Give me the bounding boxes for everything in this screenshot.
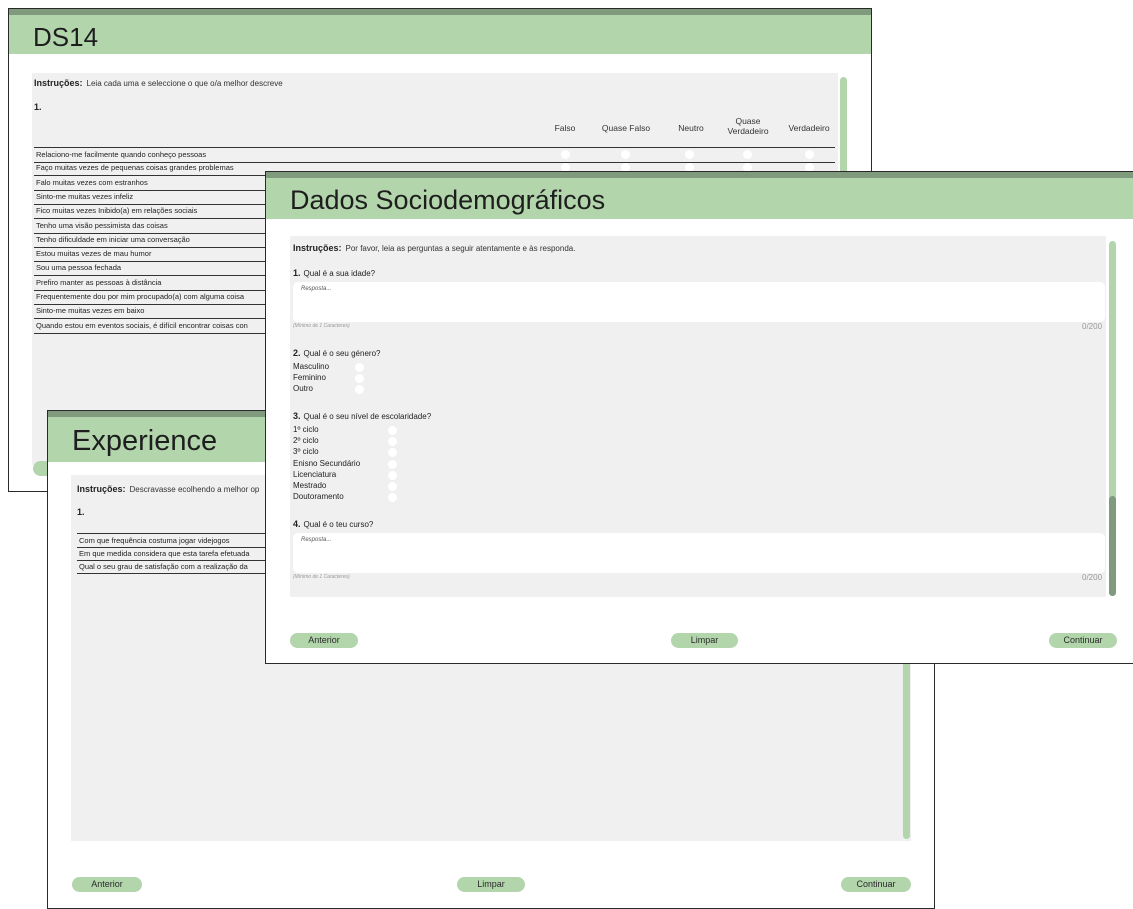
option-label: Doutoramento xyxy=(293,492,344,502)
row-label: Frequentemente dou por mim procupado(a) … xyxy=(36,292,245,301)
previous-button[interactable]: Anterior xyxy=(290,633,358,648)
row-label: Falo muitas vezes com estranhos xyxy=(36,177,148,187)
question-number: 1. xyxy=(77,507,85,517)
row-label: Quando estou em eventos sociais, é difíc… xyxy=(36,320,248,330)
question-3-title: 3. Qual é o seu nível de escolaridade? xyxy=(293,411,432,421)
option-label: 3º ciclo xyxy=(293,447,319,457)
radio-button[interactable] xyxy=(388,437,397,447)
instructions: Instruções: Leia cada uma e seleccione o … xyxy=(34,78,283,88)
instructions-label: Instruções: xyxy=(293,243,342,253)
continue-button[interactable]: Continuar xyxy=(1049,633,1117,648)
table-row: Qual o seu grau de satisfação com a real… xyxy=(77,560,277,574)
ds14-header: DS14 xyxy=(9,15,871,54)
radio-button[interactable] xyxy=(388,459,397,469)
radio-button[interactable] xyxy=(388,482,397,491)
clear-button[interactable]: Limpar xyxy=(671,633,738,648)
page-title: DS14 xyxy=(33,22,99,52)
option-label: Feminino xyxy=(293,373,326,383)
radio-button[interactable] xyxy=(355,385,364,395)
radio-falso[interactable] xyxy=(561,150,570,159)
row-label: Tenho dificuldade em iniciar uma convers… xyxy=(36,234,190,244)
row-label: Relaciono-me facilmente quando conheço p… xyxy=(36,150,207,159)
option-label: Mestrado xyxy=(293,481,327,490)
radio-button[interactable] xyxy=(355,363,364,372)
min-chars-hint: (Mínimo de 1 Caracteres) xyxy=(293,323,350,329)
column-header-neutro: Neutro xyxy=(678,123,704,133)
sociodemographic-body: Instruções: Por favor, leia as perguntas … xyxy=(290,236,1106,597)
instructions: Instruções: Descravasse ecolhendo a melho… xyxy=(77,484,259,494)
row-label: Com que frequência costuma jogar videjog… xyxy=(79,536,230,545)
instructions-label: Instruções: xyxy=(34,78,83,88)
experience-scrollbar[interactable] xyxy=(903,651,910,839)
clear-button[interactable]: Limpar xyxy=(457,877,525,892)
char-counter: 0/200 xyxy=(1082,322,1103,331)
column-header-quase-falso: Quase Falso xyxy=(601,123,651,133)
row-label: Sou uma pessoa fechada xyxy=(36,263,122,273)
row-label: Prefiro manter as pessoas à distância xyxy=(36,277,162,287)
radio-button[interactable] xyxy=(388,448,397,458)
row-label: Fico muitas vezes Inibido(a) em relações… xyxy=(36,206,198,216)
column-header-quase-verdadeiro: Quase Verdadeiro xyxy=(727,116,769,136)
row-label: Em que medida considera que esta tarefa … xyxy=(79,548,250,558)
scrollbar-thumb[interactable] xyxy=(1109,496,1116,596)
row-label: Sinto-me muitas vezes infeliz xyxy=(36,191,134,201)
age-input[interactable]: Resposta... xyxy=(293,282,1105,322)
option-label: 2º ciclo xyxy=(293,436,319,446)
sociodemographic-window: Dados Sociodemográficos Instruções: Por f… xyxy=(265,171,1133,664)
table-row: Em que medida considera que esta tarefa … xyxy=(77,547,277,561)
radio-quase-falso[interactable] xyxy=(621,150,630,159)
instructions-text: Por favor, leia as perguntas a seguir at… xyxy=(345,244,576,253)
instructions-text: Descravasse ecolhendo a melhor op xyxy=(129,485,260,494)
column-header-falso: Falso xyxy=(554,123,576,133)
instructions-text: Leia cada uma e seleccione o que o/a mel… xyxy=(86,79,283,88)
row-label: Qual o seu grau de satisfação com a real… xyxy=(79,562,248,571)
continue-button[interactable]: Continuar xyxy=(841,877,911,892)
radio-button[interactable] xyxy=(355,374,364,384)
question-number: 1. xyxy=(34,102,42,112)
page-title: Dados Sociodemográficos xyxy=(290,185,606,215)
min-chars-hint: (Mínimo de 1 Caracteres) xyxy=(293,574,350,580)
column-header-verdadeiro: Verdadeiro xyxy=(788,123,830,133)
radio-quase-verdadeiro[interactable] xyxy=(743,150,752,159)
course-input[interactable]: Resposta... xyxy=(293,533,1105,573)
page-title: Experience xyxy=(72,425,218,457)
radio-neutro[interactable] xyxy=(685,150,694,159)
option-label: 1º ciclo xyxy=(293,425,319,434)
option-label: Enisno Secundário xyxy=(293,458,361,468)
option-label: Outro xyxy=(293,384,314,394)
sociodemographic-scrollbar[interactable] xyxy=(1109,241,1116,596)
row-label: Tenho uma visão pessimista das coisas xyxy=(36,220,168,230)
char-counter: 0/200 xyxy=(1082,573,1103,582)
instructions-label: Instruções: xyxy=(77,484,126,494)
radio-button[interactable] xyxy=(388,493,397,503)
question-2-title: 2. Qual é o seu género? xyxy=(293,348,381,358)
instructions: Instruções: Por favor, leia as perguntas … xyxy=(293,243,575,253)
radio-button[interactable] xyxy=(388,426,397,435)
sociodemographic-header: Dados Sociodemográficos xyxy=(266,178,1133,219)
row-label: Faço muitas vezes de pequenas coisas gra… xyxy=(36,163,234,173)
row-label: Sinto-me muitas vezes em baixo xyxy=(36,306,145,316)
row-label: Estou muitas vezes de mau humor xyxy=(36,249,152,259)
radio-button[interactable] xyxy=(388,470,397,480)
option-label: Masculino xyxy=(293,362,330,371)
question-1-title: 1. Qual é a sua idade? xyxy=(293,268,376,278)
previous-button[interactable]: Anterior xyxy=(72,877,142,892)
question-4-title: 4. Qual é o teu curso? xyxy=(293,519,374,529)
option-label: Licenciatura xyxy=(293,469,337,479)
radio-verdadeiro[interactable] xyxy=(805,150,814,159)
